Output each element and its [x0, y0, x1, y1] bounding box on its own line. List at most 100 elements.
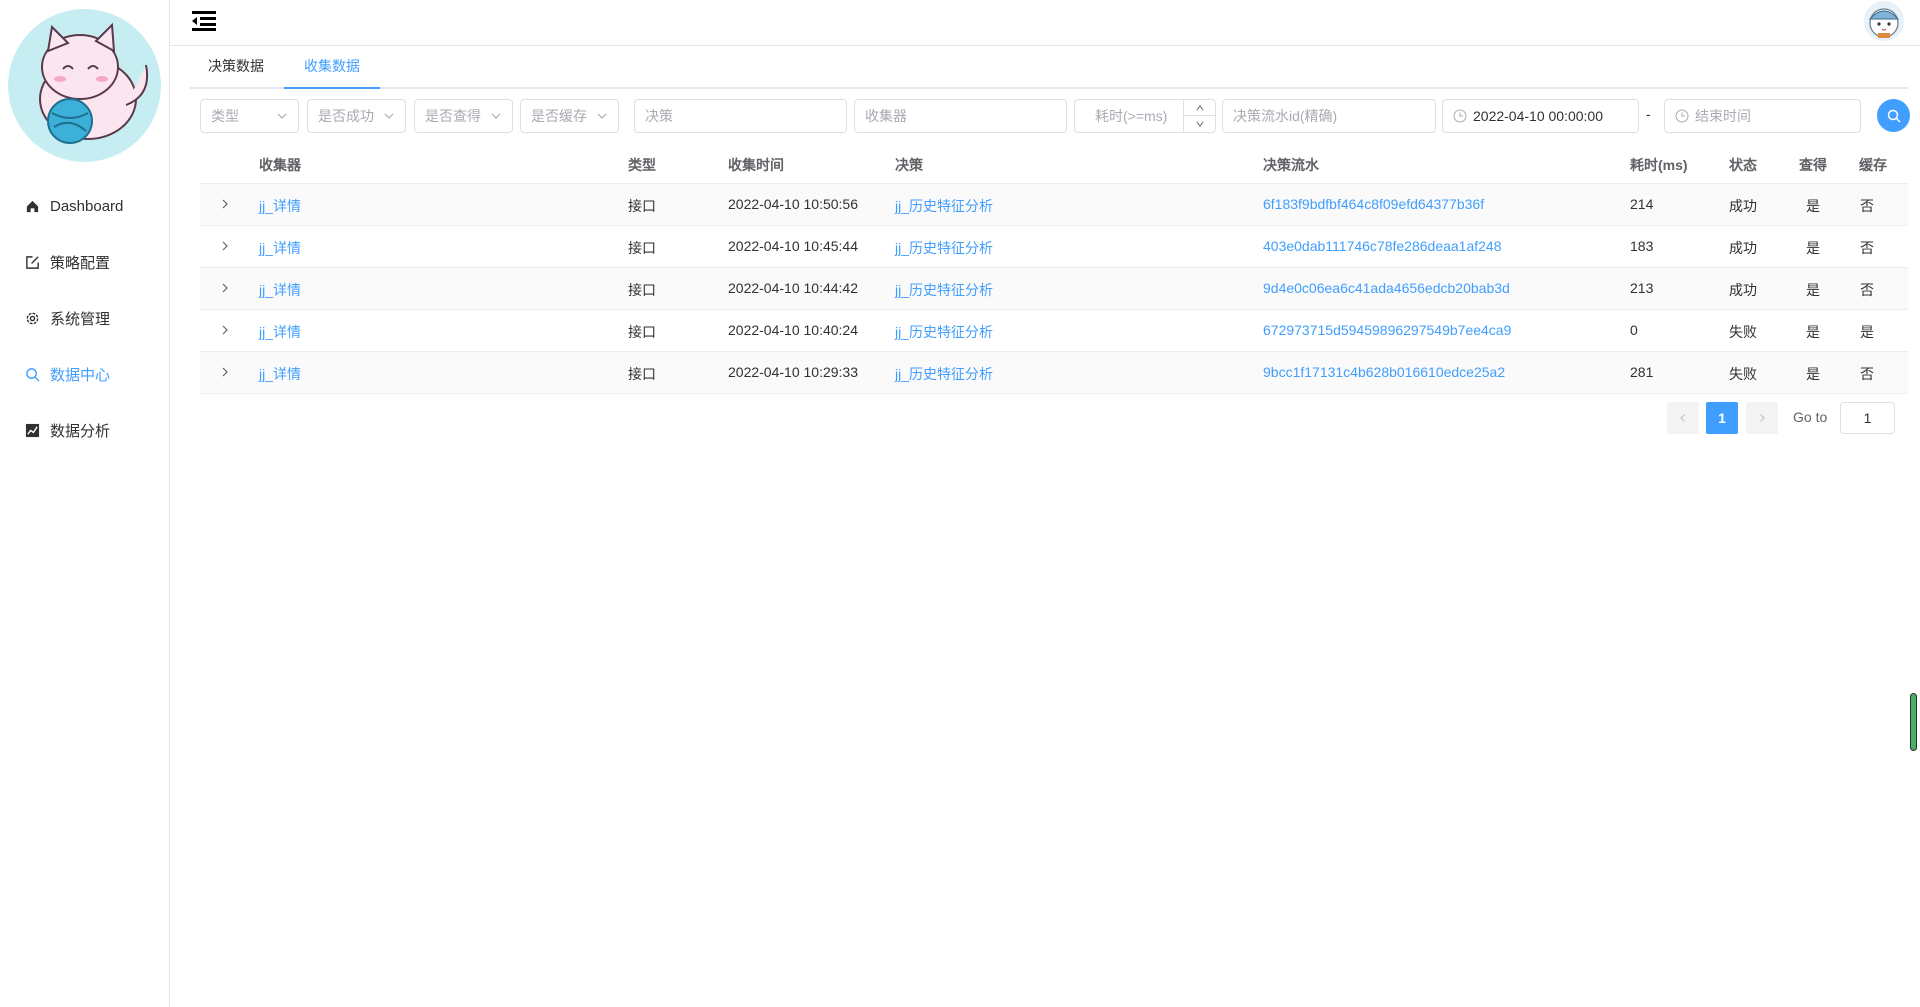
type-cell: 接口 — [628, 198, 656, 214]
duration-cell: 213 — [1630, 280, 1654, 296]
collector-link[interactable]: jj_详情 — [259, 238, 301, 258]
decision-link[interactable]: jj_历史特征分析 — [895, 322, 993, 342]
goto-page-input[interactable]: 1 — [1840, 402, 1895, 434]
chevron-down-icon — [597, 113, 607, 119]
active-tab-indicator — [284, 87, 380, 89]
collapse-menu-icon[interactable] — [192, 10, 216, 32]
decision-link[interactable]: jj_历史特征分析 — [895, 238, 993, 258]
table-row: jj_详情 接口 2022-04-10 10:40:24 jj_历史特征分析 6… — [200, 310, 1908, 352]
column-header-collector: 收集器 — [259, 157, 301, 173]
decision-link[interactable]: jj_历史特征分析 — [895, 364, 993, 384]
flow-link[interactable]: 672973715d59459896297549b7ee4ca9 — [1263, 322, 1511, 338]
type-select[interactable]: 类型 — [200, 99, 299, 133]
collector-link[interactable]: jj_详情 — [259, 196, 301, 216]
sidebar-item-data-center[interactable]: 数据中心 — [0, 346, 169, 402]
chevron-right-icon[interactable] — [218, 239, 232, 253]
column-header-duration: 耗时(ms) — [1630, 157, 1688, 173]
gear-icon — [25, 311, 40, 326]
scrollbar-thumb[interactable] — [1910, 693, 1917, 751]
cache-cell: 否 — [1860, 282, 1874, 298]
decision-input-placeholder: 决策 — [645, 108, 673, 124]
collector-link[interactable]: jj_详情 — [259, 322, 301, 342]
cache-cell: 否 — [1860, 240, 1874, 256]
type-select-placeholder: 类型 — [211, 108, 239, 124]
duration-cell: 214 — [1630, 196, 1654, 212]
chevron-right-icon[interactable] — [218, 323, 232, 337]
found-cell: 是 — [1806, 240, 1820, 256]
table-row: jj_详情 接口 2022-04-10 10:29:33 jj_历史特征分析 9… — [200, 352, 1908, 394]
sidebar-item-strategy[interactable]: 策略配置 — [0, 234, 169, 290]
flow-link[interactable]: 6f183f9bdfbf464c8f09efd64377b36f — [1263, 196, 1484, 212]
collect-time-cell: 2022-04-10 10:29:33 — [728, 364, 858, 380]
status-cell: 失败 — [1729, 366, 1757, 382]
sidebar-item-label: 数据中心 — [50, 366, 111, 384]
decision-link[interactable]: jj_历史特征分析 — [895, 196, 993, 216]
user-avatar[interactable] — [1864, 1, 1904, 41]
search-button[interactable] — [1877, 99, 1910, 132]
home-icon — [25, 199, 40, 214]
flow-link[interactable]: 403e0dab111746c78fe286deaa1af248 — [1263, 238, 1502, 254]
table-row: jj_详情 接口 2022-04-10 10:45:44 jj_历史特征分析 4… — [200, 226, 1908, 268]
chevron-right-icon[interactable] — [218, 365, 232, 379]
date-range-separator: - — [1646, 106, 1651, 122]
column-header-found: 查得 — [1799, 157, 1827, 173]
chevron-down-icon — [384, 113, 394, 119]
found-select[interactable]: 是否查得 — [414, 99, 513, 133]
end-time-placeholder: 结束时间 — [1695, 108, 1751, 124]
flow-link[interactable]: 9d4e0c06ea6c41ada4656edcb20bab3d — [1263, 280, 1510, 296]
tab-collect-data[interactable]: 收集数据 — [304, 47, 360, 89]
table-row: jj_详情 接口 2022-04-10 10:44:42 jj_历史特征分析 9… — [200, 268, 1908, 310]
collector-link[interactable]: jj_详情 — [259, 364, 301, 384]
filter-bar: 类型 是否成功 是否查得 是否缓存 决策 收集器 耗时(>=ms) 决策流水id… — [0, 99, 1920, 133]
table-row: jj_详情 接口 2022-04-10 10:50:56 jj_历史特征分析 6… — [200, 184, 1908, 226]
top-header — [170, 0, 1920, 46]
flow-id-input[interactable]: 决策流水id(精确) — [1222, 99, 1436, 133]
chevron-left-icon — [1680, 414, 1685, 422]
next-page-button[interactable] — [1746, 402, 1778, 434]
clock-icon — [1453, 109, 1467, 123]
decision-input[interactable]: 决策 — [634, 99, 847, 133]
chevron-right-icon[interactable] — [218, 197, 232, 211]
end-time-picker[interactable]: 结束时间 — [1664, 99, 1861, 133]
duration-input[interactable]: 耗时(>=ms) — [1074, 99, 1216, 133]
increase-button[interactable] — [1184, 100, 1215, 116]
collect-time-cell: 2022-04-10 10:44:42 — [728, 280, 858, 296]
flow-link[interactable]: 9bcc1f17131c4b628b016610edce25a2 — [1263, 364, 1505, 380]
cache-cell: 否 — [1860, 366, 1874, 382]
prev-page-button[interactable] — [1667, 402, 1699, 434]
column-header-decision: 决策 — [895, 157, 923, 173]
collector-input-placeholder: 收集器 — [865, 108, 907, 124]
type-cell: 接口 — [628, 324, 656, 340]
decision-link[interactable]: jj_历史特征分析 — [895, 280, 993, 300]
success-select-placeholder: 是否成功 — [318, 108, 374, 124]
sidebar-item-label: 策略配置 — [50, 254, 111, 272]
status-cell: 失败 — [1729, 324, 1757, 340]
type-cell: 接口 — [628, 240, 656, 256]
chevron-right-icon[interactable] — [218, 281, 232, 295]
success-select[interactable]: 是否成功 — [307, 99, 406, 133]
decrease-button[interactable] — [1184, 116, 1215, 132]
table-body: jj_详情 接口 2022-04-10 10:50:56 jj_历史特征分析 6… — [200, 184, 1908, 394]
start-time-picker[interactable]: 2022-04-10 00:00:00 — [1442, 99, 1639, 133]
duration-cell: 281 — [1630, 364, 1654, 380]
goto-label: Go to — [1793, 409, 1828, 425]
cache-select[interactable]: 是否缓存 — [520, 99, 619, 133]
status-cell: 成功 — [1729, 198, 1757, 214]
collect-data-table: 收集器 类型 收集时间 决策 决策流水 耗时(ms) 状态 查得 缓存 jj_详… — [200, 143, 1908, 394]
tab-decision-data[interactable]: 决策数据 — [208, 47, 264, 89]
column-header-type: 类型 — [628, 157, 656, 173]
start-time-value: 2022-04-10 00:00:00 — [1473, 108, 1603, 124]
duration-stepper — [1183, 100, 1215, 132]
sidebar-item-dashboard[interactable]: Dashboard — [0, 178, 169, 234]
collector-input[interactable]: 收集器 — [854, 99, 1067, 133]
duration-cell: 0 — [1630, 322, 1638, 338]
edit-icon — [25, 255, 40, 270]
page-number-button[interactable]: 1 — [1706, 402, 1738, 434]
sidebar-item-system[interactable]: 系统管理 — [0, 290, 169, 346]
collect-time-cell: 2022-04-10 10:45:44 — [728, 238, 858, 254]
sidebar: Dashboard 策略配置 系统管理 数据中心 数据分析 — [0, 0, 170, 1007]
type-cell: 接口 — [628, 282, 656, 298]
collect-time-cell: 2022-04-10 10:50:56 — [728, 196, 858, 212]
collector-link[interactable]: jj_详情 — [259, 280, 301, 300]
pagination: 1 Go to 1 — [0, 402, 1920, 434]
